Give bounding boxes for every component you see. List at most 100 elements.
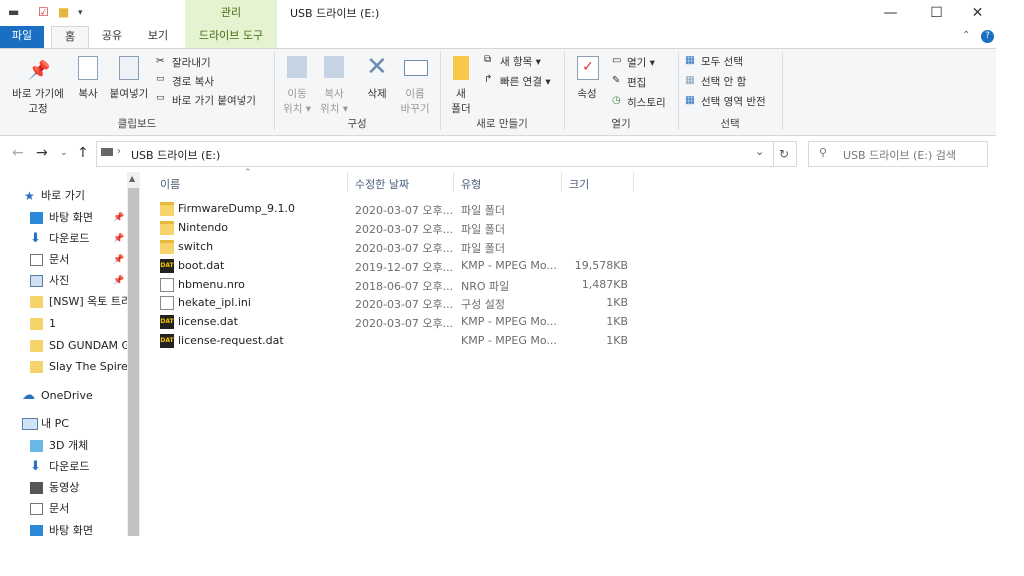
nav-this-pc[interactable]: 내 PC (0, 414, 127, 434)
copy-path-button[interactable]: 경로 복사 (172, 74, 214, 89)
properties-button[interactable]: 속성 (570, 86, 604, 101)
help-icon[interactable]: ? (981, 30, 994, 43)
nav-label: Slay The Spire N (49, 360, 127, 373)
address-dropdown-icon[interactable]: ⌄ (755, 145, 764, 158)
nav-label: SD GUNDAM G (49, 339, 127, 352)
folder-icon (30, 361, 43, 373)
file-row[interactable]: hekate_ipl.ini 2020-03-07 오후... 구성 설정 1K… (158, 294, 638, 313)
minimize-button[interactable]: — (868, 0, 913, 26)
search-input[interactable]: ⚲ USB 드라이브 (E:) 검색 (808, 141, 988, 167)
column-separator[interactable] (453, 172, 454, 192)
nav-item-documents[interactable]: 문서 (0, 499, 127, 519)
file-date: 2020-03-07 오후... (355, 204, 454, 217)
select-none-button[interactable]: 선택 안 함 (701, 74, 746, 89)
nav-item-videos[interactable]: 동영상 (0, 478, 127, 498)
forward-arrow-icon[interactable]: → (36, 145, 48, 161)
invert-selection-icon: ▦ (685, 94, 695, 106)
properties-quick-icon[interactable]: ☑ (38, 5, 49, 19)
nav-item-downloads[interactable]: ⬇ 다운로드 📌 (0, 229, 127, 249)
nav-item-downloads[interactable]: ⬇ 다운로드 (0, 457, 127, 477)
column-header-size[interactable]: 크기 (569, 176, 589, 192)
customize-toolbar-icon[interactable]: ▾ (78, 8, 83, 18)
edit-button[interactable]: 편집 (627, 75, 646, 90)
paste-shortcut-button[interactable]: 바로 가기 붙여넣기 (172, 93, 256, 108)
desktop-icon (30, 525, 43, 536)
file-row[interactable]: DAT boot.dat 2019-12-07 오후... KMP - MPEG… (158, 257, 638, 276)
column-header-type[interactable]: 유형 (461, 176, 481, 192)
nav-item-3d-objects[interactable]: 3D 개체 (0, 436, 127, 456)
recent-locations-icon[interactable]: ⌄ (60, 148, 68, 158)
history-button[interactable]: 히스토리 (627, 95, 666, 110)
move-to-button[interactable]: 이동 위치 ▾ (280, 86, 314, 116)
nav-item-documents[interactable]: 문서 📌 (0, 250, 127, 270)
column-separator[interactable] (633, 172, 634, 192)
tab-share[interactable]: 공유 (97, 26, 127, 48)
back-arrow-icon[interactable]: ← (12, 145, 24, 161)
tab-view[interactable]: 보기 (143, 26, 173, 48)
rename-icon (404, 60, 428, 76)
column-separator[interactable] (347, 172, 348, 192)
nav-item-pictures[interactable]: 사진 📌 (0, 271, 127, 291)
address-bar[interactable]: › USB 드라이브 (E:) ⌄ (96, 141, 774, 167)
folder-icon (160, 221, 174, 235)
drive-icon[interactable]: ▬ (8, 5, 19, 19)
history-icon: ◷ (612, 95, 621, 106)
file-date: 2020-03-07 오후... (355, 223, 454, 236)
easy-access-button[interactable]: 빠른 연결 ▾ (500, 74, 551, 89)
cut-button[interactable]: 잘라내기 (172, 55, 211, 70)
column-header-name[interactable]: 이름 (160, 176, 180, 192)
copy-button[interactable]: 복사 (73, 86, 103, 101)
up-arrow-icon[interactable]: ↑ (77, 145, 89, 161)
new-folder-button[interactable]: 새 폴더 (448, 86, 474, 116)
nav-label: 사진 (49, 274, 70, 287)
nav-label: 1 (49, 317, 56, 330)
breadcrumb[interactable]: USB 드라이브 (E:) (131, 147, 220, 163)
copy-icon (78, 56, 98, 80)
collapse-ribbon-icon[interactable]: ⌃ (962, 30, 970, 41)
paste-button[interactable]: 붙여넣기 (107, 86, 151, 101)
open-button[interactable]: 열기 ▾ (627, 55, 655, 70)
column-header-date[interactable]: 수정한 날짜 (355, 176, 409, 192)
nav-item-folder[interactable]: SD GUNDAM G (0, 336, 127, 356)
nav-item-desktop[interactable]: 바탕 화면 📌 (0, 208, 127, 228)
new-item-button[interactable]: 새 항목 ▾ (500, 54, 541, 69)
tab-drive-tools[interactable]: 드라이브 도구 (185, 26, 277, 48)
select-all-button[interactable]: 모두 선택 (701, 54, 743, 69)
nav-onedrive[interactable]: ☁ OneDrive (0, 386, 127, 406)
nav-item-folder[interactable]: [NSW] 옥토 트리 (0, 292, 127, 312)
file-row[interactable]: DAT license-request.dat KMP - MPEG Mo...… (158, 332, 638, 351)
new-folder-label-2: 폴더 (451, 103, 471, 115)
file-row[interactable]: Nintendo 2020-03-07 오후... 파일 폴더 (158, 219, 638, 238)
pin-to-quick-access-button[interactable]: 바로 가기에 고정 (8, 86, 68, 116)
file-row[interactable]: DAT license.dat 2020-03-07 오후... KMP - M… (158, 313, 638, 332)
file-row[interactable]: hbmenu.nro 2018-06-07 오후... NRO 파일 1,487… (158, 276, 638, 295)
delete-button[interactable]: 삭제 (360, 86, 394, 101)
close-button[interactable]: ✕ (955, 0, 1000, 26)
file-row[interactable]: switch 2020-03-07 오후... 파일 폴더 (158, 238, 638, 257)
column-separator[interactable] (561, 172, 562, 192)
properties-icon: ✓ (577, 56, 599, 80)
kmp-media-icon: DAT (160, 259, 174, 273)
copy-to-button[interactable]: 복사 위치 ▾ (317, 86, 351, 116)
maximize-button[interactable]: ☐ (914, 0, 959, 26)
move-to-icon (287, 56, 307, 78)
scroll-up-icon[interactable]: ▲ (129, 174, 135, 183)
file-row[interactable]: FirmwareDump_9.1.0 2020-03-07 오후... 파일 폴… (158, 200, 638, 219)
refresh-button[interactable]: ↻ (772, 141, 797, 167)
tab-file[interactable]: 파일 (0, 26, 44, 48)
new-folder-quick-icon[interactable]: ■ (58, 5, 69, 19)
invert-selection-button[interactable]: 선택 영역 반전 (701, 94, 766, 109)
file-type: 파일 폴더 (461, 223, 505, 236)
nav-item-folder[interactable]: 1 (0, 314, 127, 334)
scrollbar-thumb[interactable] (128, 188, 139, 536)
pin-icon: 📌 (113, 276, 125, 286)
copy-path-icon: ▭ (156, 74, 165, 84)
folder-icon (30, 296, 43, 308)
tab-home[interactable]: 홈 (51, 26, 89, 49)
nav-quick-access[interactable]: ★ 바로 가기 (0, 186, 127, 206)
rename-button[interactable]: 이름 바꾸기 (398, 86, 432, 116)
nav-item-folder[interactable]: Slay The Spire N (0, 357, 127, 377)
group-separator (782, 52, 783, 130)
breadcrumb-chevron-icon[interactable]: › (117, 146, 121, 157)
nav-item-desktop[interactable]: 바탕 화면 (0, 521, 127, 536)
